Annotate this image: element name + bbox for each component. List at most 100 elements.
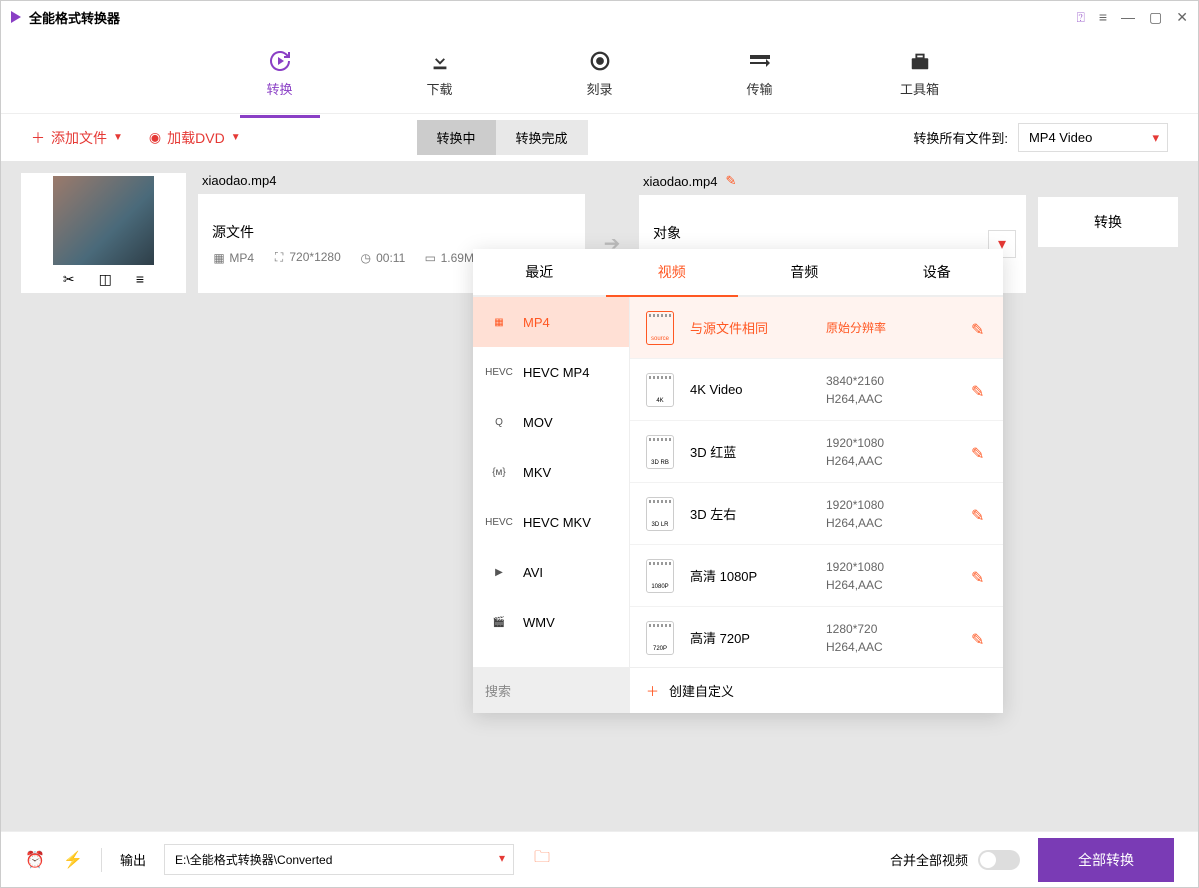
bottom-bar: ⏰ ⚡ 输出 E:\全能格式转换器\Converted 🗀 合并全部视频 全部转… bbox=[1, 831, 1198, 887]
close-button[interactable]: ✕ bbox=[1176, 9, 1188, 26]
format-name: WMV bbox=[523, 615, 555, 630]
schedule-icon[interactable]: ⏰ bbox=[25, 850, 45, 870]
preset-item[interactable]: 3D RB3D 红蓝1920*1080H264,AAC bbox=[630, 421, 1003, 483]
thumb-tools: ✂ ◫ ≡ bbox=[21, 265, 186, 293]
format-name: HEVC MKV bbox=[523, 515, 591, 530]
popup-tab-audio[interactable]: 音频 bbox=[738, 249, 871, 295]
source-duration: 00:11 bbox=[376, 251, 405, 265]
open-folder-icon[interactable]: 🗀 bbox=[532, 850, 552, 870]
output-label: 输出 bbox=[120, 850, 146, 869]
create-custom-button[interactable]: ＋ 创建自定义 bbox=[630, 668, 1003, 713]
convert-all-button[interactable]: 全部转换 bbox=[1038, 838, 1174, 882]
edit-preset-icon[interactable] bbox=[971, 630, 987, 646]
preset-item[interactable]: 3D LR3D 左右1920*1080H264,AAC bbox=[630, 483, 1003, 545]
main-nav: 转换 下载 刻录 传输 工具箱 bbox=[1, 33, 1198, 113]
edit-preset-icon[interactable] bbox=[971, 568, 987, 584]
edit-preset-icon[interactable] bbox=[971, 382, 987, 398]
minimize-button[interactable]: — bbox=[1121, 9, 1135, 25]
popup-tab-device[interactable]: 设备 bbox=[871, 249, 1004, 295]
format-item-wmv[interactable]: 🎬WMV bbox=[473, 597, 629, 647]
edit-preset-icon[interactable] bbox=[971, 320, 987, 336]
format-list[interactable]: ▦MP4 HEVC HEVC MP4 QMOV {ᴍ} MKV HEVCHEVC MKV ▶ A… bbox=[473, 297, 630, 667]
format-name: MKV bbox=[523, 465, 551, 480]
merge-toggle[interactable] bbox=[978, 850, 1020, 870]
gpu-accel-icon[interactable]: ⚡ bbox=[63, 850, 83, 870]
target-header: 对象 bbox=[653, 223, 1012, 243]
preset-name: 高清 1080P bbox=[690, 566, 810, 585]
nav-transfer-label: 传输 bbox=[746, 79, 772, 98]
preset-item[interactable]: 1080P高清 1080P1920*1080H264,AAC bbox=[630, 545, 1003, 607]
convert-all-select[interactable]: MP4 Video bbox=[1018, 123, 1168, 152]
preset-name: 与源文件相同 bbox=[690, 318, 810, 337]
preset-item[interactable]: 4K4K Video3840*2160H264,AAC bbox=[630, 359, 1003, 421]
app-logo-icon bbox=[11, 11, 21, 23]
edit-name-icon[interactable]: ✎ bbox=[725, 173, 736, 189]
nav-download[interactable]: 下载 bbox=[400, 38, 480, 108]
format-type-icon: {ᴍ} bbox=[489, 464, 509, 480]
output-path-select[interactable]: E:\全能格式转换器\Converted bbox=[164, 844, 514, 875]
format-type-icon: ▶ bbox=[489, 564, 509, 580]
popup-tab-video[interactable]: 视频 bbox=[606, 249, 739, 295]
preset-detail: 3840*2160H264,AAC bbox=[826, 372, 955, 408]
burn-icon bbox=[588, 49, 612, 73]
format-item-hevc-mkv[interactable]: HEVCHEVC MKV bbox=[473, 497, 629, 547]
chevron-down-icon: ▼ bbox=[231, 132, 241, 143]
format-name: AVI bbox=[523, 565, 543, 580]
convert-icon bbox=[268, 49, 292, 73]
folder-icon: ▭ bbox=[423, 251, 437, 265]
nav-burn[interactable]: 刻录 bbox=[560, 38, 640, 108]
crop-icon[interactable]: ◫ bbox=[99, 271, 112, 288]
format-type-icon: ▦ bbox=[489, 314, 509, 330]
resolution-icon: ⛶ bbox=[272, 251, 286, 265]
load-dvd-button[interactable]: ◉ 加载DVD ▼ bbox=[149, 128, 241, 148]
maximize-button[interactable]: ▢ bbox=[1149, 9, 1162, 26]
menu-icon[interactable]: ≡ bbox=[1099, 9, 1107, 25]
preset-icon: 720P bbox=[646, 621, 674, 655]
nav-toolbox[interactable]: 工具箱 bbox=[880, 38, 960, 108]
add-file-label: 添加文件 bbox=[51, 128, 107, 148]
action-bar: ＋ 添加文件 ▼ ◉ 加载DVD ▼ 转换中 转换完成 转换所有文件到: MP4… bbox=[1, 113, 1198, 161]
status-tab-switch: 转换中 转换完成 bbox=[417, 120, 588, 155]
clock-icon: ◷ bbox=[359, 251, 373, 265]
disc-icon: ◉ bbox=[149, 129, 161, 146]
format-name: HEVC MP4 bbox=[523, 365, 589, 380]
convert-all-label: 转换所有文件到: bbox=[913, 128, 1008, 147]
format-item-mp4[interactable]: ▦MP4 bbox=[473, 297, 629, 347]
nav-convert-label: 转换 bbox=[266, 79, 292, 98]
edit-preset-icon[interactable] bbox=[971, 506, 987, 522]
search-input[interactable]: 搜索 bbox=[473, 668, 630, 713]
effects-icon[interactable]: ≡ bbox=[136, 271, 144, 287]
preset-item[interactable]: 720P高清 720P1280*720H264,AAC bbox=[630, 607, 1003, 667]
format-item-mkv[interactable]: {ᴍ} MKV bbox=[473, 447, 629, 497]
separator bbox=[101, 848, 102, 872]
transfer-icon bbox=[748, 49, 772, 73]
merge-label: 合并全部视频 bbox=[890, 850, 968, 869]
tab-completed[interactable]: 转换完成 bbox=[496, 120, 588, 155]
source-header: 源文件 bbox=[212, 222, 571, 242]
format-type-icon: HEVC bbox=[489, 364, 509, 380]
format-name: MOV bbox=[523, 415, 553, 430]
cut-icon[interactable]: ✂ bbox=[63, 271, 75, 288]
format-item-avi[interactable]: ▶ AVI bbox=[473, 547, 629, 597]
edit-preset-icon[interactable] bbox=[971, 444, 987, 460]
nav-transfer[interactable]: 传输 bbox=[720, 38, 800, 108]
nav-convert[interactable]: 转换 bbox=[240, 38, 320, 108]
video-thumbnail[interactable] bbox=[53, 176, 154, 265]
convert-button[interactable]: 转换 bbox=[1038, 197, 1178, 247]
thumbnail-column: ✂ ◫ ≡ bbox=[21, 173, 186, 293]
target-filename[interactable]: xiaodao.mp4 bbox=[643, 174, 717, 189]
preset-icon: 1080P bbox=[646, 559, 674, 593]
format-popup: 最近 视频 音频 设备 ▦MP4 HEVC HEVC MP4 QMOV {ᴍ} MKV HE… bbox=[473, 249, 1003, 713]
preset-detail: 1920*1080H264,AAC bbox=[826, 496, 955, 532]
preset-detail: 原始分辨率 bbox=[826, 319, 955, 337]
content-area: ✂ ◫ ≡ xiaodao.mp4 源文件 ▦ MP4 ⛶ 720*1280 ◷… bbox=[1, 161, 1198, 831]
preset-item[interactable]: source与源文件相同原始分辨率 bbox=[630, 297, 1003, 359]
popup-tab-recent[interactable]: 最近 bbox=[473, 249, 606, 295]
tab-converting[interactable]: 转换中 bbox=[417, 120, 496, 155]
plus-icon: ＋ bbox=[31, 128, 45, 148]
add-file-button[interactable]: ＋ 添加文件 ▼ bbox=[31, 128, 123, 148]
preset-list[interactable]: source与源文件相同原始分辨率4K4K Video3840*2160H264… bbox=[630, 297, 1003, 667]
account-icon[interactable]: ⍰ bbox=[1076, 9, 1084, 26]
format-item-mov[interactable]: QMOV bbox=[473, 397, 629, 447]
format-item-hevc-mp4[interactable]: HEVC HEVC MP4 bbox=[473, 347, 629, 397]
